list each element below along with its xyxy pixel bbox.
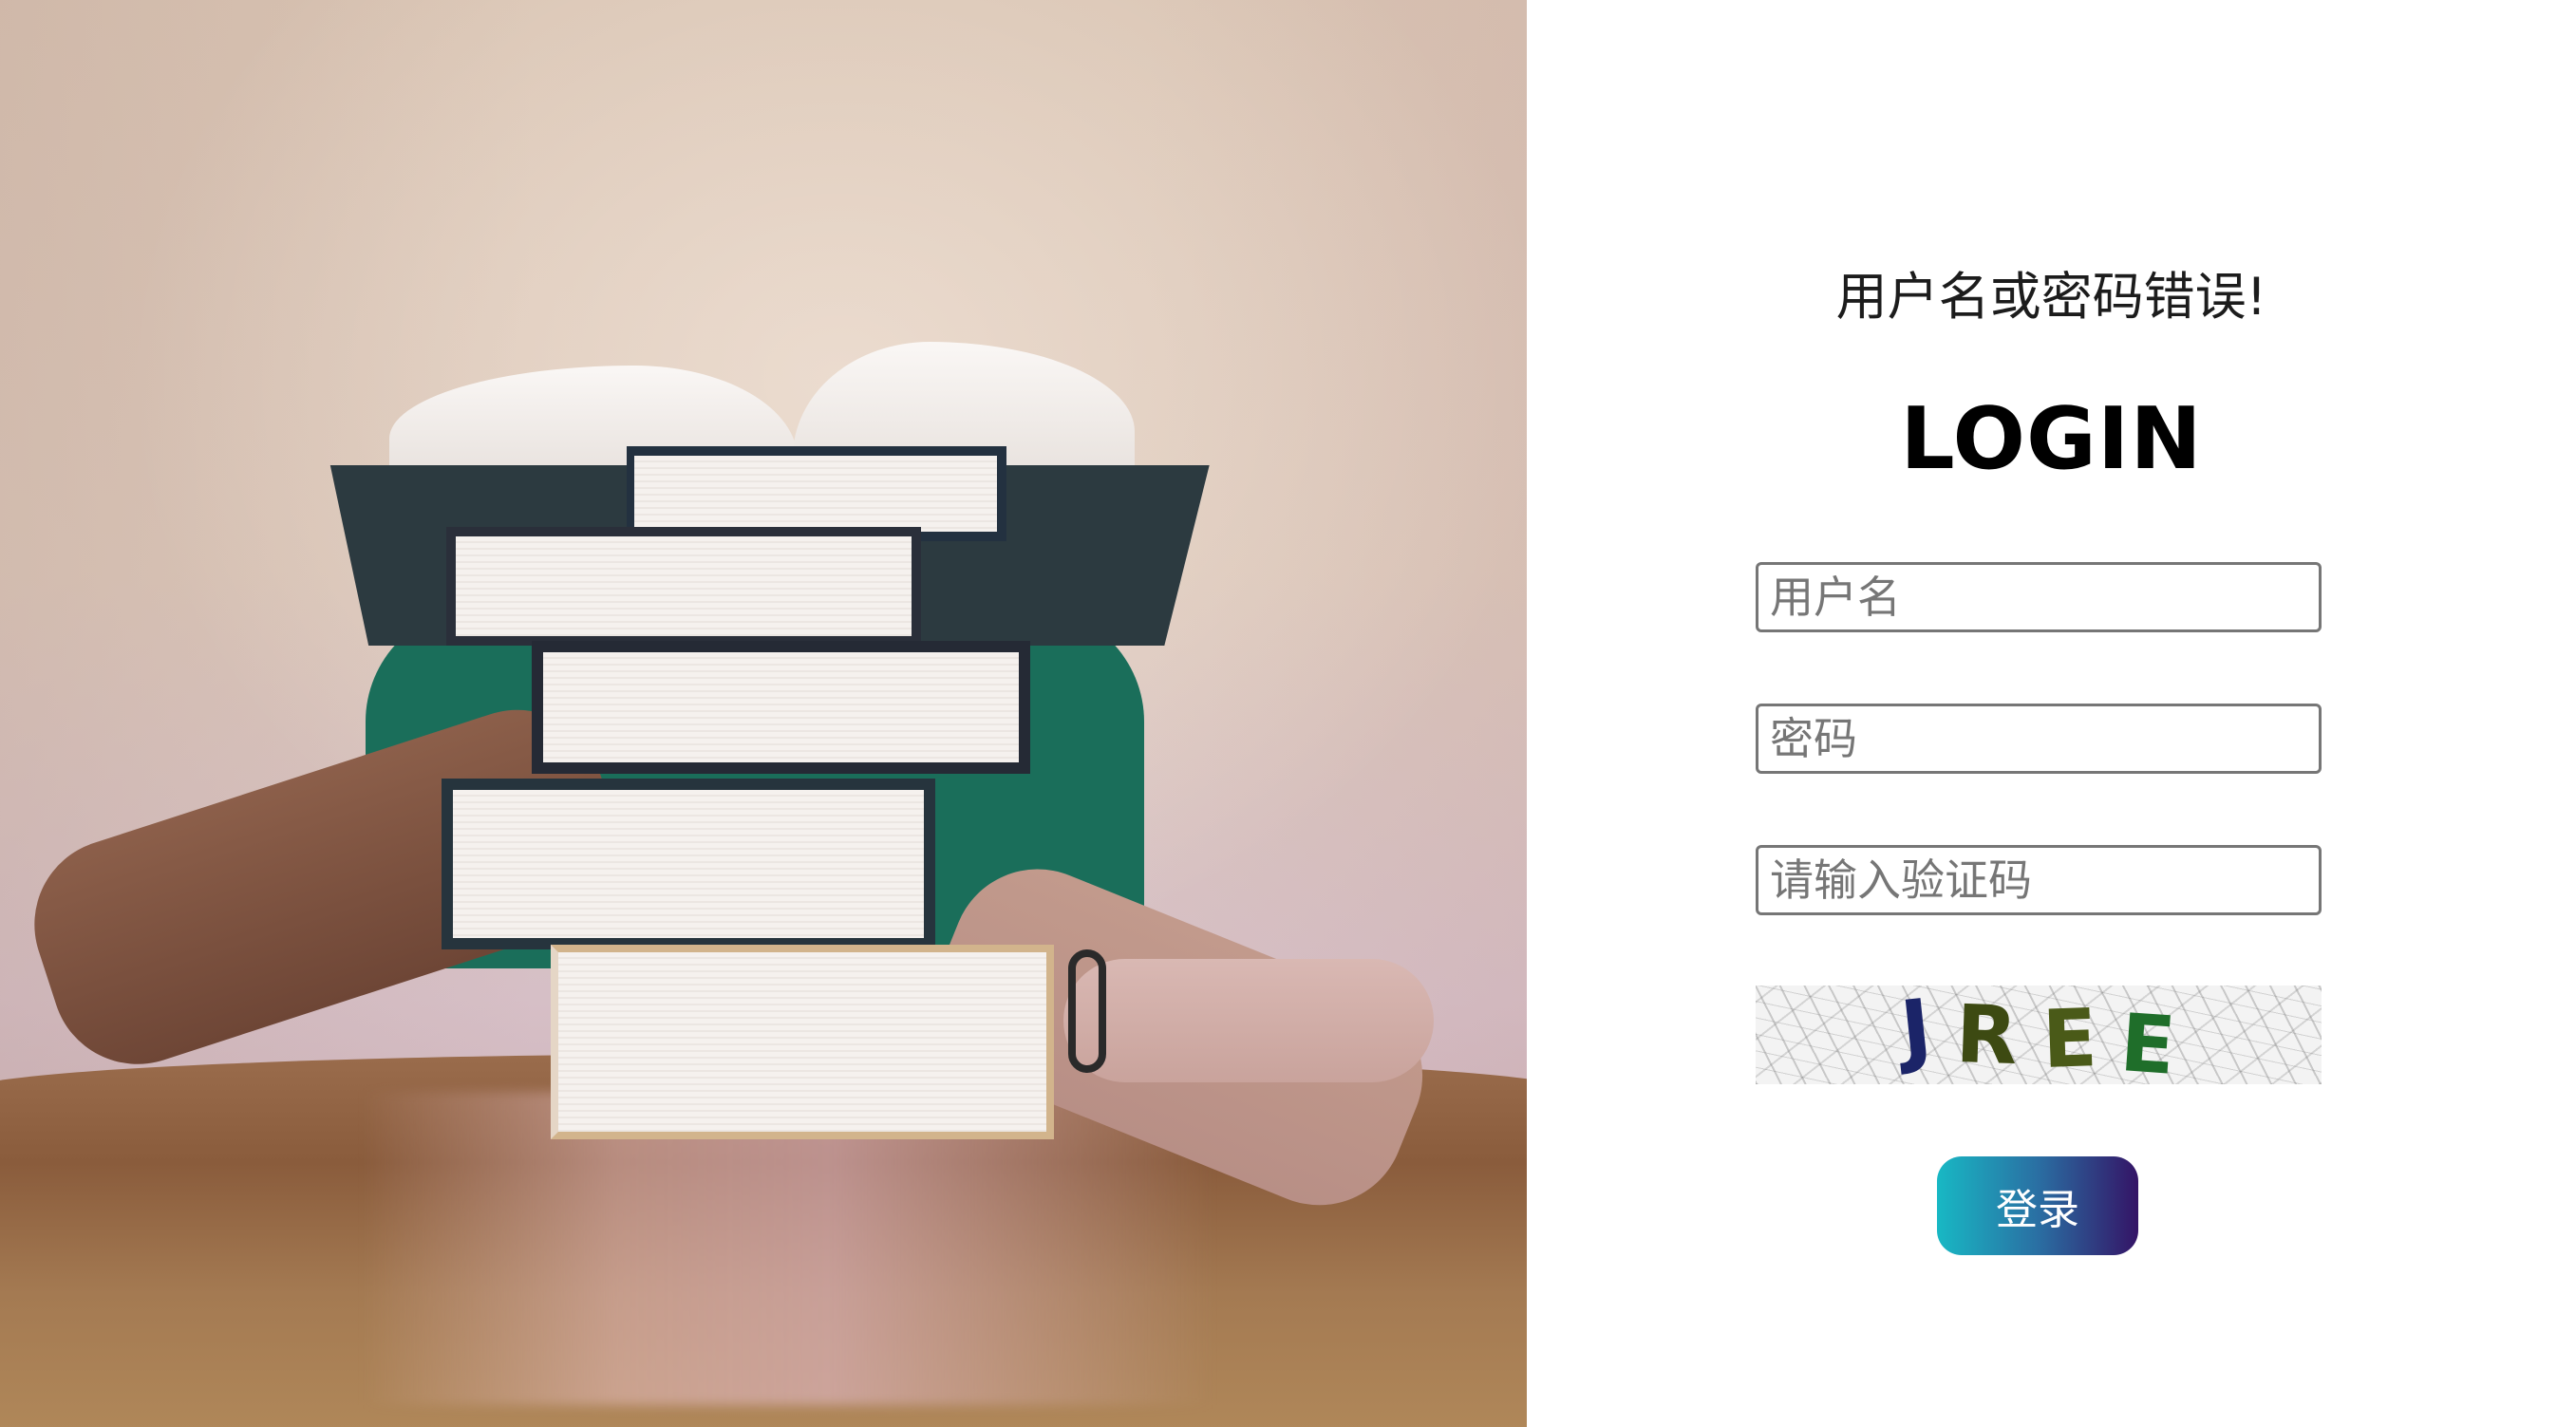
login-panel: 用户名或密码错误! LOGIN J R E E 登录 [1527,0,2576,1427]
photo-right-hand [1063,959,1434,1082]
error-message: 用户名或密码错误! [1835,267,2267,327]
login-title: LOGIN [1900,389,2203,489]
captcha-char: E [2116,996,2179,1084]
captcha-char: R [1954,986,2020,1083]
captcha-image[interactable]: J R E E [1756,986,2322,1084]
captcha-input[interactable] [1756,845,2322,915]
photo-bracelet [1068,949,1106,1073]
photo-book-5 [551,945,1054,1139]
books-stack-photo [0,0,1527,1427]
photo-book-2 [446,527,921,646]
captcha-char: E [2040,991,2098,1084]
photo-book-3 [532,641,1030,774]
login-button[interactable]: 登录 [1937,1156,2138,1255]
username-input[interactable] [1756,562,2322,632]
captcha-char: J [1895,986,1936,1078]
photo-book-4 [442,779,935,949]
captcha-characters: J R E E [1756,986,2322,1084]
password-input[interactable] [1756,704,2322,774]
